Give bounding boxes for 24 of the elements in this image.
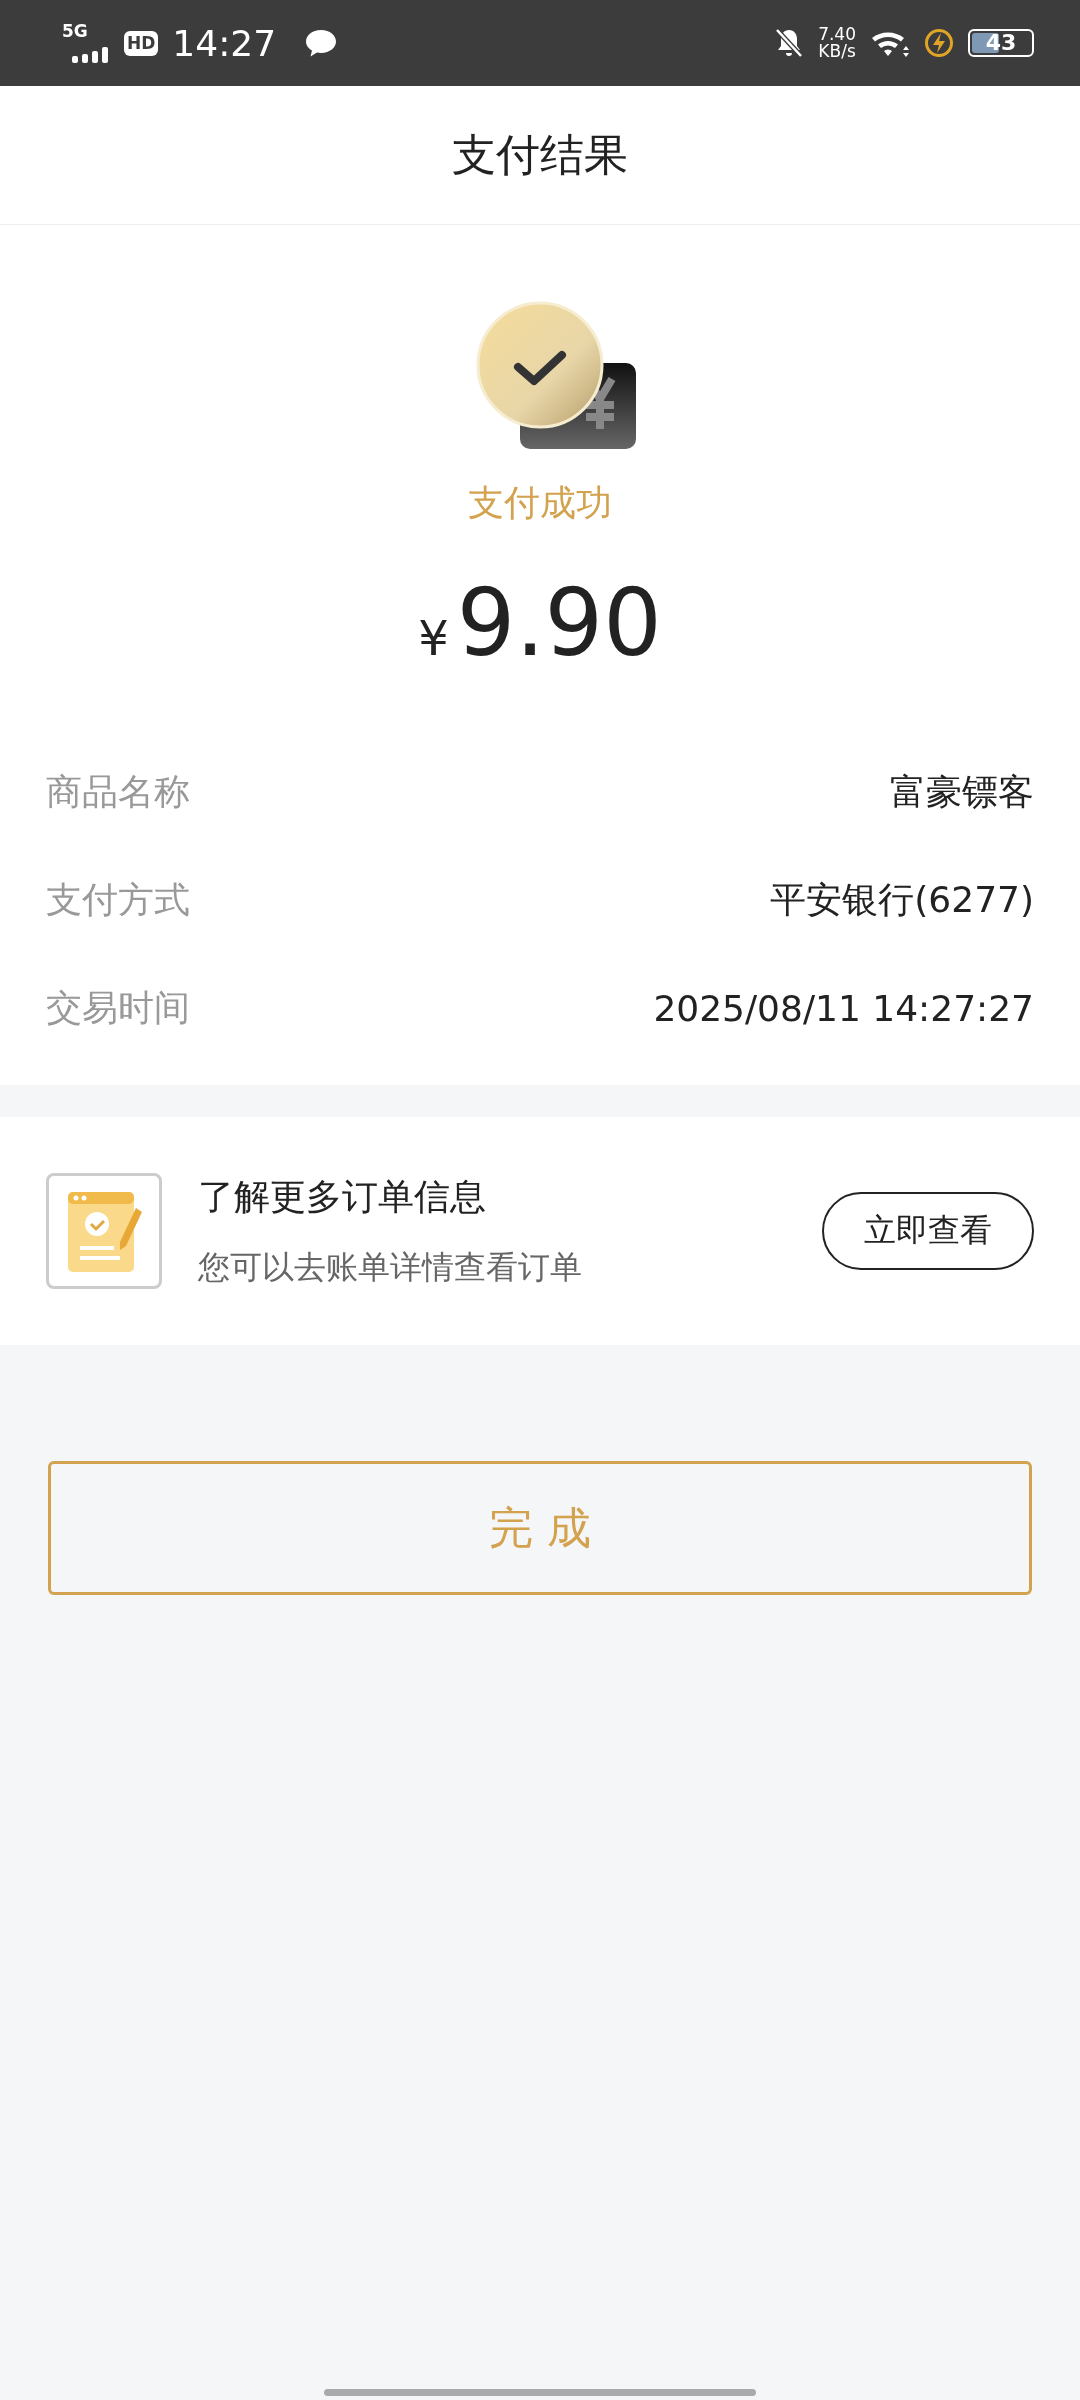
- home-indicator[interactable]: [324, 2389, 756, 2396]
- detail-value: 2025/08/11 14:27:27: [653, 987, 1034, 1029]
- currency-symbol: ¥: [418, 610, 449, 666]
- page-title: 支付结果: [452, 127, 628, 182]
- charging-icon: [924, 28, 954, 58]
- speed-unit: KB/s: [818, 43, 856, 60]
- detail-value: 富豪镖客: [890, 769, 1034, 814]
- payment-status: 支付成功: [468, 481, 612, 525]
- network-label: 5G: [62, 23, 88, 40]
- speed-value: 7.40: [818, 26, 856, 43]
- payment-amount: 9.90: [456, 570, 662, 677]
- detail-label: 商品名称: [46, 769, 190, 814]
- view-now-button[interactable]: 立即查看: [822, 1192, 1034, 1270]
- detail-value: 平安银行(6277): [770, 877, 1034, 922]
- chat-bubble-icon: [304, 28, 339, 58]
- order-info-subtitle: 您可以去账单详情查看订单: [198, 1246, 583, 1288]
- muted-bell-icon: [774, 27, 805, 59]
- clock-time: 14:27: [172, 22, 277, 64]
- detail-label: 交易时间: [46, 985, 190, 1030]
- signal-icon: [72, 45, 110, 63]
- order-info-title: 了解更多订单信息: [198, 1174, 487, 1219]
- detail-label: 支付方式: [46, 877, 190, 922]
- order-document-icon: [46, 1173, 162, 1289]
- hd-badge: HD: [124, 30, 159, 56]
